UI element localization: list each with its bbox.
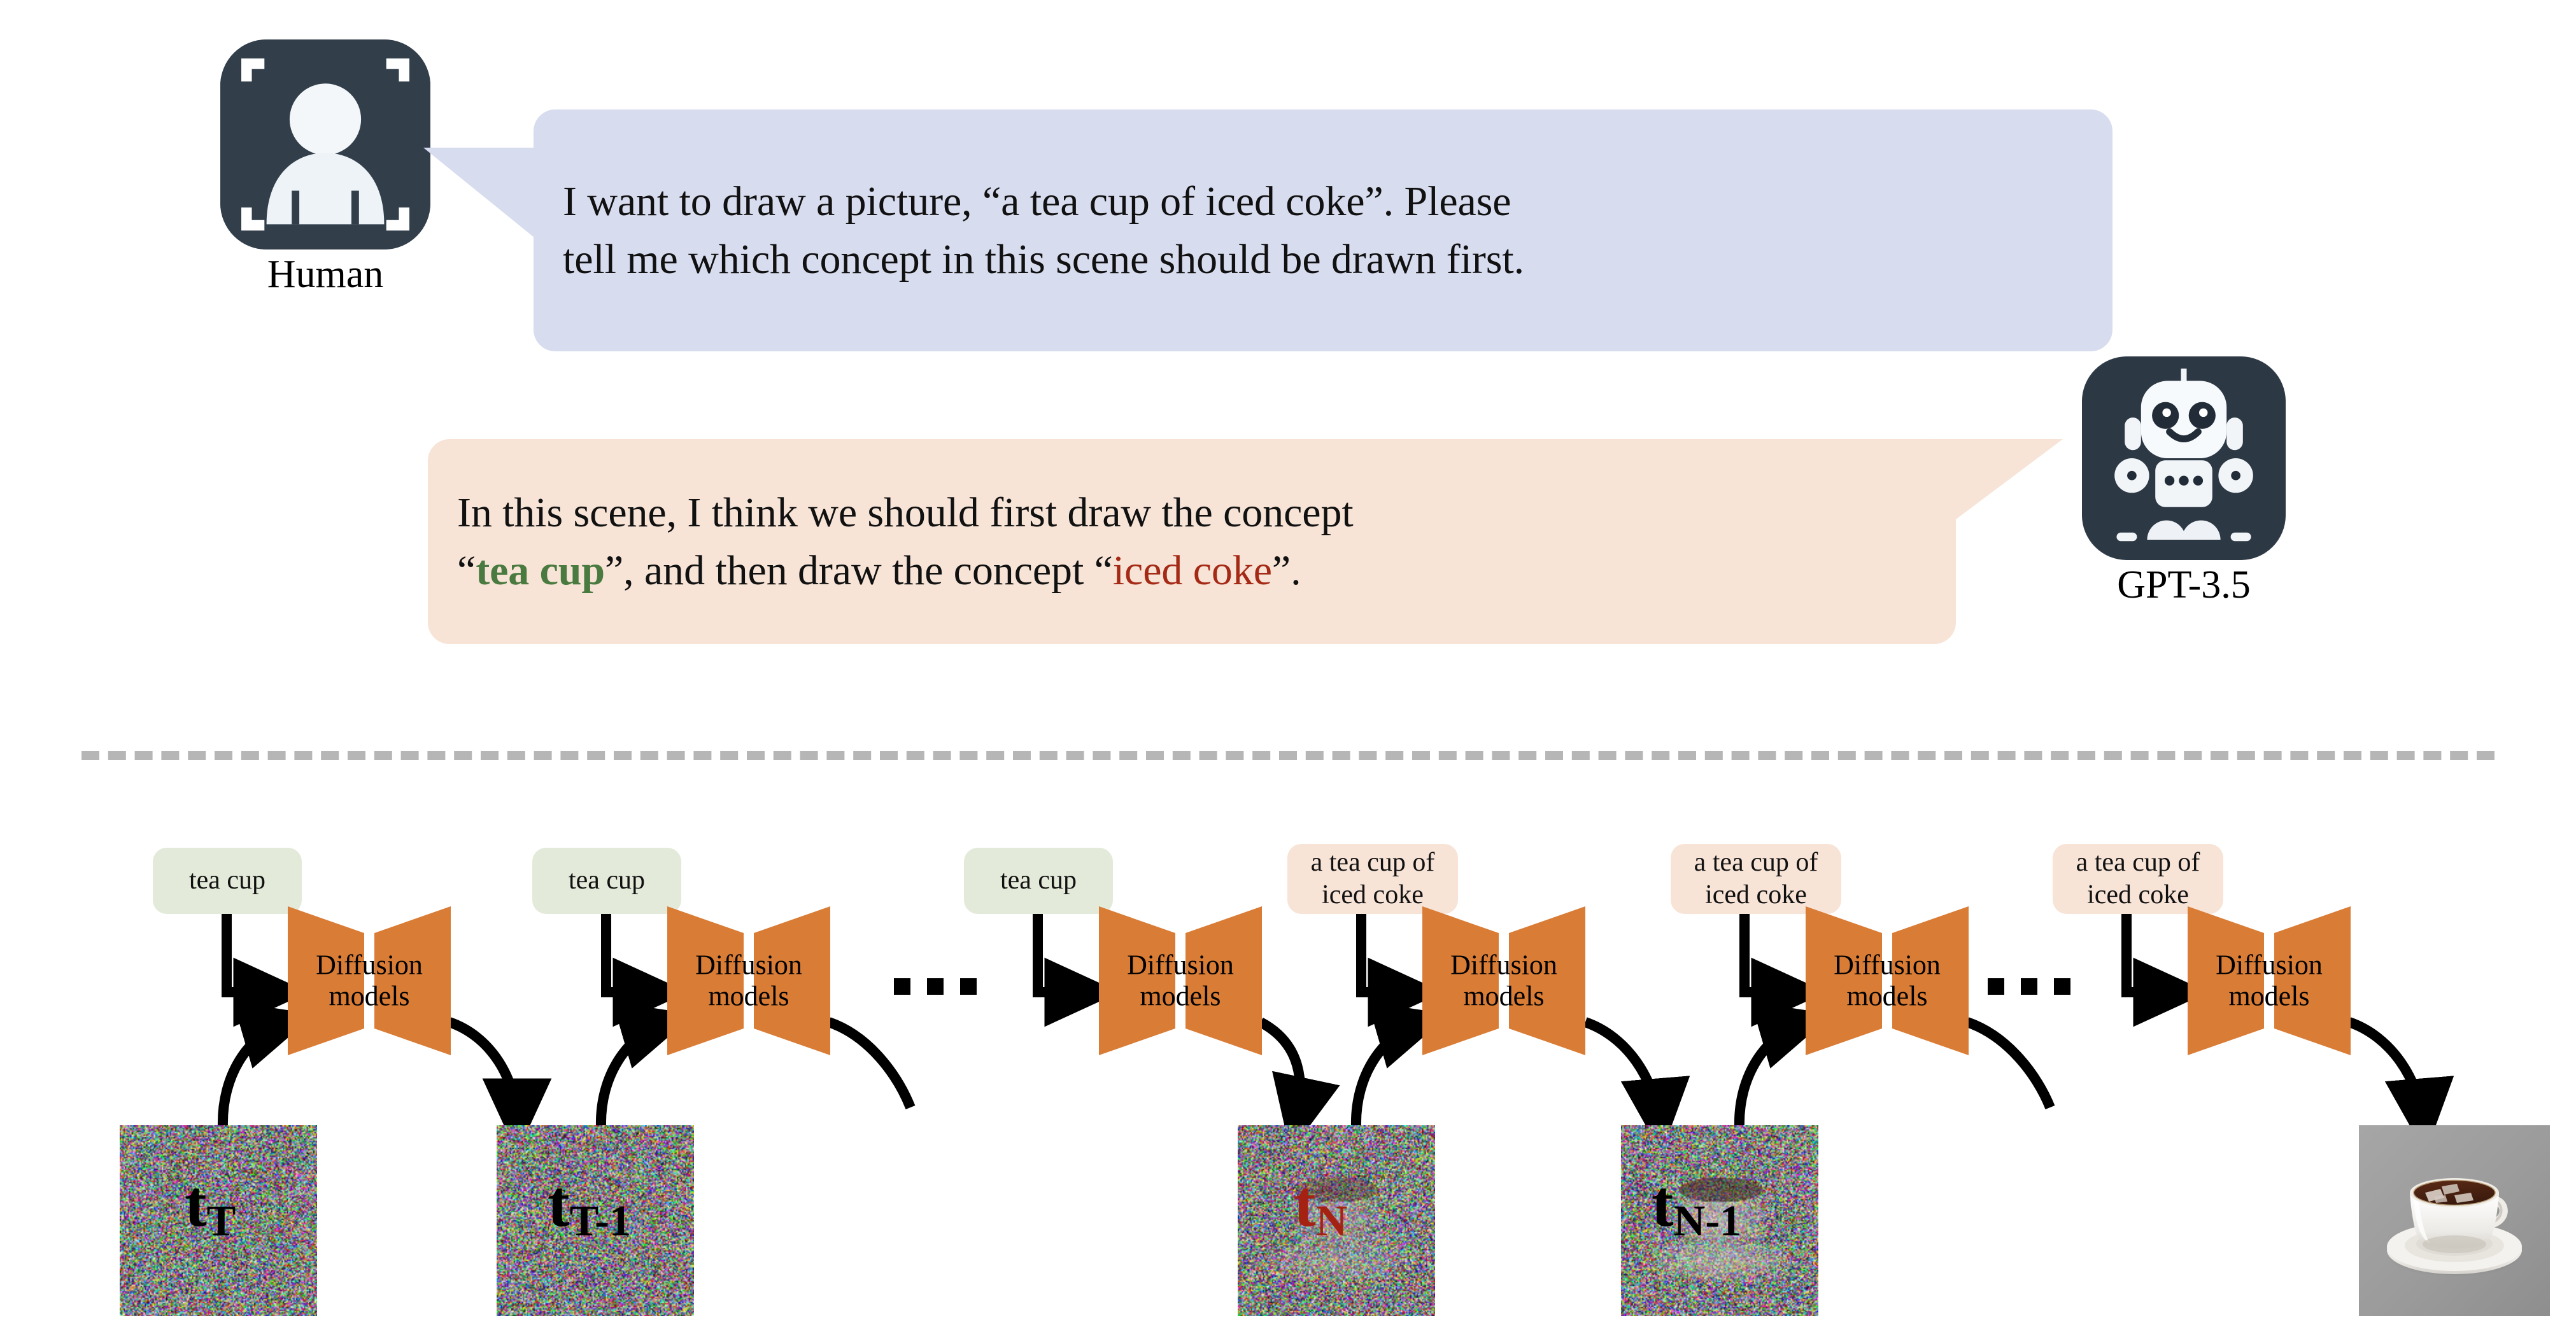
- final-generated-image: [2359, 1125, 2550, 1316]
- section-divider: [81, 751, 2495, 760]
- prompt-tag-step-1: tea cup: [153, 848, 302, 914]
- human-avatar-icon: [220, 39, 430, 249]
- quote-close-2: ”.: [1271, 547, 1301, 594]
- prompt-tag-label: tea cup: [188, 866, 266, 895]
- prompt-tag-label: a tea cup of iced coke: [2076, 846, 2200, 911]
- prompt-tag-step-2: tea cup: [532, 848, 681, 914]
- human-message-bubble: I want to draw a picture, “a tea cup of …: [534, 109, 2112, 351]
- assistant-message-line-2: “tea cup”, and then draw the concept “ic…: [457, 542, 1354, 600]
- human-message-line-1: I want to draw a picture, “a tea cup of …: [563, 178, 1511, 225]
- timestep-base: t: [1652, 1167, 1674, 1240]
- timestep-base: t: [185, 1167, 207, 1240]
- timestep-label-step-5: tN-1: [1652, 1171, 1741, 1243]
- prompt-tag-label: a tea cup of iced coke: [1694, 846, 1818, 911]
- timestep-subscript: N: [1315, 1197, 1348, 1246]
- human-bubble-tail: [423, 148, 541, 243]
- pipeline-ellipsis-right: [1988, 978, 2070, 995]
- assistant-message-line-1: In this scene, I think we should first d…: [457, 489, 1354, 536]
- prompt-tag-step-6: a tea cup of iced coke: [2053, 844, 2223, 914]
- prompt-tag-step-5: a tea cup of iced coke: [1671, 844, 1841, 914]
- prompt-tag-line2: iced coke: [1705, 880, 1807, 909]
- diffusion-model-step-5: Diffusion models: [1806, 906, 1969, 1055]
- timestep-subscript: T: [206, 1197, 236, 1246]
- assistant-message-bubble: In this scene, I think we should first d…: [428, 439, 1956, 644]
- assistant-message-text: In this scene, I think we should first d…: [457, 484, 1354, 600]
- quote-open-1: “: [457, 547, 476, 594]
- human-avatar-label: Human: [267, 253, 384, 296]
- diffusion-model-step-6: Diffusion models: [2188, 906, 2351, 1055]
- prompt-tag-step-4: a tea cup of iced coke: [1287, 844, 1458, 914]
- prompt-tag-line1: a tea cup of: [1310, 847, 1435, 877]
- prompt-tag-line2: iced coke: [1322, 880, 1424, 909]
- prompt-tag-label: a tea cup of iced coke: [1311, 846, 1435, 911]
- highlight-iced-coke: iced coke: [1112, 547, 1272, 594]
- assistant-avatar-label: GPT-3.5: [2117, 563, 2251, 607]
- prompt-tag-step-3: tea cup: [964, 848, 1113, 914]
- prompt-tag-line1: a tea cup of: [1694, 847, 1818, 877]
- prompt-tag-line1: a tea cup of: [2076, 847, 2200, 877]
- assistant-line2-middle: ”, and then draw the concept “: [604, 547, 1113, 594]
- pipeline-ellipsis-left: [894, 978, 977, 995]
- robot-avatar-icon: [2082, 356, 2286, 560]
- prompt-tag-label: tea cup: [568, 866, 646, 895]
- timestep-subscript: N-1: [1673, 1197, 1742, 1246]
- diffusion-model-step-3: Diffusion models: [1099, 906, 1262, 1055]
- prompt-tag-line2: iced coke: [2087, 880, 2189, 909]
- diffusion-model-step-2: Diffusion models: [667, 906, 830, 1055]
- timestep-label-step-4: tN: [1294, 1171, 1347, 1243]
- timestep-label-step-1: tT: [185, 1171, 236, 1243]
- timestep-subscript: T-1: [569, 1197, 632, 1246]
- highlight-tea-cup: tea cup: [476, 547, 605, 594]
- diffusion-model-step-1: Diffusion models: [288, 906, 451, 1055]
- timestep-label-step-2: tT-1: [548, 1171, 631, 1243]
- diffusion-model-step-4: Diffusion models: [1422, 906, 1585, 1055]
- human-message-text: I want to draw a picture, “a tea cup of …: [563, 172, 1524, 288]
- human-message-line-2: tell me which concept in this scene shou…: [563, 236, 1524, 283]
- timestep-base: t: [548, 1167, 570, 1240]
- timestep-base: t: [1294, 1167, 1316, 1240]
- assistant-bubble-tail: [1936, 439, 2063, 535]
- prompt-tag-label: tea cup: [1000, 866, 1077, 895]
